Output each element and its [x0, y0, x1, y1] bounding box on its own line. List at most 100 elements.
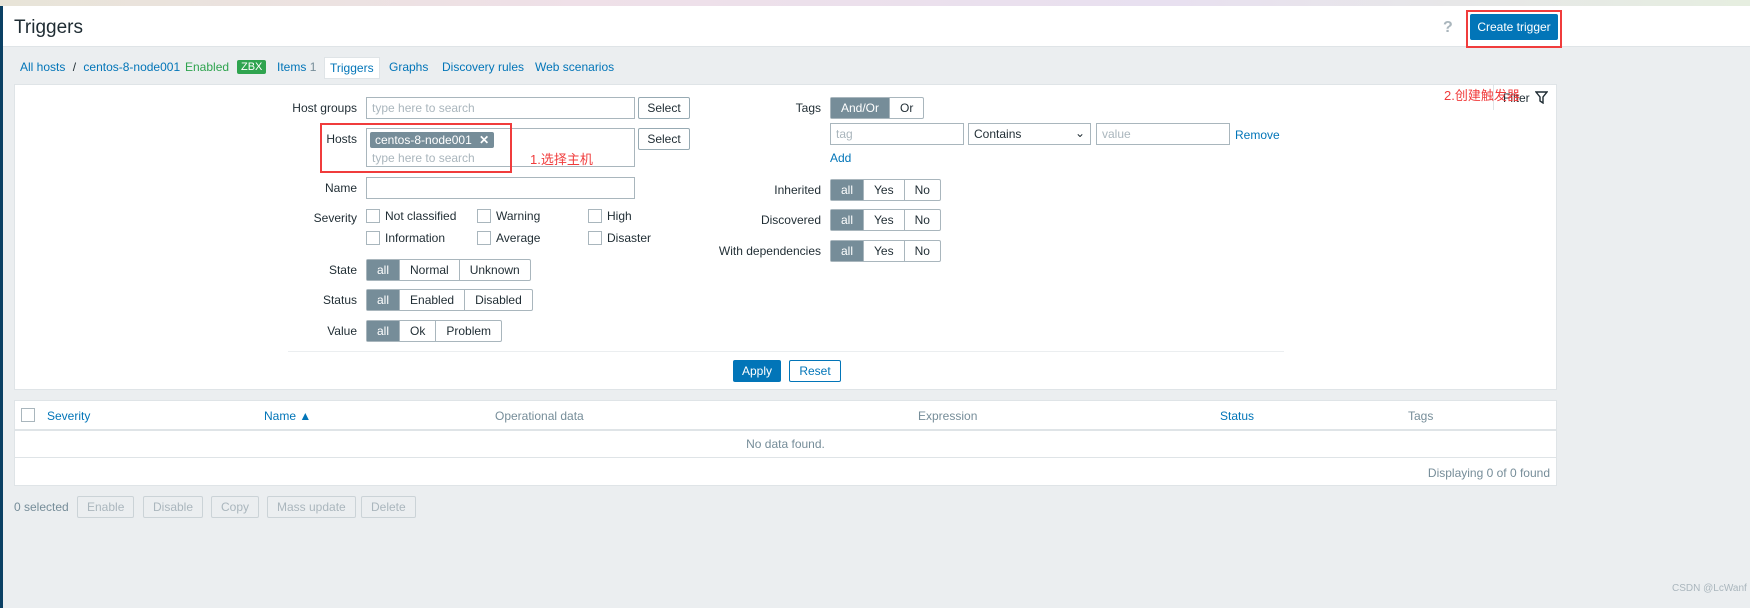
- dependencies-no[interactable]: No: [903, 241, 940, 261]
- state-label: State: [328, 263, 357, 277]
- name-input[interactable]: [366, 177, 635, 199]
- dependencies-label: With dependencies: [718, 244, 821, 258]
- create-trigger-button[interactable]: Create trigger: [1470, 14, 1558, 40]
- enable-button[interactable]: Enable: [77, 496, 135, 518]
- status-enabled[interactable]: Enabled: [399, 290, 464, 310]
- checkbox[interactable]: [477, 231, 491, 245]
- value-toggle: all Ok Problem: [366, 320, 503, 342]
- inherited-toggle: all Yes No: [830, 179, 941, 201]
- inherited-all[interactable]: all: [831, 180, 864, 200]
- value-all[interactable]: all: [367, 321, 400, 341]
- checkbox[interactable]: [366, 231, 380, 245]
- annotation-step1: 1.选择主机: [530, 152, 593, 167]
- apply-button[interactable]: Apply: [733, 360, 781, 382]
- tags-or[interactable]: Or: [889, 98, 923, 118]
- tab-graphs[interactable]: Graphs: [389, 60, 428, 74]
- page-title: Triggers: [14, 17, 83, 38]
- annotation-step2: 2.创建触发器: [1444, 88, 1520, 103]
- host-groups-select-button[interactable]: Select: [638, 97, 690, 119]
- col-operational-data: Operational data: [495, 409, 584, 423]
- tags-eval-toggle: And/Or Or: [830, 97, 925, 119]
- col-expression: Expression: [918, 409, 978, 423]
- cb-label: High: [607, 209, 632, 223]
- checkbox[interactable]: [366, 209, 380, 223]
- breadcrumb-host[interactable]: centos-8-node001: [83, 60, 180, 74]
- annotation-box-hosts: [320, 123, 512, 173]
- col-status[interactable]: Status: [1220, 409, 1254, 423]
- discovered-all[interactable]: all: [831, 210, 864, 230]
- host-groups-label: Host groups: [292, 101, 357, 115]
- tab-items-label: Items: [277, 60, 307, 74]
- copy-button[interactable]: Copy: [211, 496, 260, 518]
- col-name[interactable]: Name ▲: [264, 409, 311, 423]
- delete-button[interactable]: Delete: [361, 496, 416, 518]
- host-groups-input[interactable]: type here to search: [366, 97, 635, 119]
- severity-average[interactable]: Average: [477, 231, 540, 245]
- mass-update-button[interactable]: Mass update: [267, 496, 356, 518]
- tags-label: Tags: [795, 101, 821, 115]
- tags-and-or[interactable]: And/Or: [831, 98, 890, 118]
- tag-value-input[interactable]: value: [1096, 123, 1230, 145]
- severity-not-classified[interactable]: Not classified: [366, 209, 456, 223]
- severity-information[interactable]: Information: [366, 231, 445, 245]
- state-normal[interactable]: Normal: [399, 260, 459, 280]
- cb-label: Average: [496, 231, 541, 245]
- hosts-select-button[interactable]: Select: [638, 128, 690, 150]
- header-divider: [15, 429, 1556, 431]
- tab-triggers[interactable]: Triggers: [324, 57, 380, 79]
- watermark: CSDN @LcWanf: [1672, 583, 1747, 594]
- sidebar-edge: [0, 6, 3, 608]
- tag-operator-select[interactable]: Contains ⌄: [968, 123, 1091, 145]
- status-disabled[interactable]: Disabled: [464, 290, 532, 310]
- name-label: Name: [324, 181, 357, 195]
- checkbox[interactable]: [588, 209, 602, 223]
- discovered-yes[interactable]: Yes: [863, 210, 904, 230]
- severity-label: Severity: [313, 211, 357, 225]
- disable-button[interactable]: Disable: [143, 496, 204, 518]
- state-toggle: all Normal Unknown: [366, 259, 531, 281]
- tab-web-scenarios[interactable]: Web scenarios: [535, 60, 614, 74]
- discovered-label: Discovered: [760, 213, 821, 227]
- row-divider: [15, 457, 1556, 458]
- checkbox[interactable]: [588, 231, 602, 245]
- state-unknown[interactable]: Unknown: [458, 260, 530, 280]
- paging-summary: Displaying 0 of 0 found: [1427, 466, 1550, 480]
- status-all[interactable]: all: [367, 290, 400, 310]
- reset-button[interactable]: Reset: [789, 360, 841, 382]
- dependencies-all[interactable]: all: [831, 241, 864, 261]
- tag-operator-value: Contains: [974, 127, 1022, 141]
- discovered-no[interactable]: No: [903, 210, 940, 230]
- status-label: Status: [322, 293, 357, 307]
- severity-high[interactable]: High: [588, 209, 632, 223]
- select-all-checkbox[interactable]: [21, 408, 35, 422]
- empty-message: No data found.: [746, 437, 825, 451]
- host-status[interactable]: Enabled: [185, 60, 229, 74]
- help-icon[interactable]: ?: [1443, 19, 1453, 37]
- tab-discovery-rules[interactable]: Discovery rules: [442, 60, 524, 74]
- value-label: Value: [327, 324, 357, 338]
- triggers-table: Severity Name ▲ Operational data Express…: [14, 400, 1557, 486]
- inherited-yes[interactable]: Yes: [863, 180, 904, 200]
- remove-tag-link[interactable]: Remove: [1235, 128, 1280, 142]
- tag-input[interactable]: tag: [830, 123, 964, 145]
- inherited-label: Inherited: [774, 183, 821, 197]
- checkbox[interactable]: [477, 209, 491, 223]
- discovered-toggle: all Yes No: [830, 209, 941, 231]
- severity-disaster[interactable]: Disaster: [588, 231, 651, 245]
- breadcrumb-all-hosts[interactable]: All hosts: [20, 60, 65, 74]
- state-all[interactable]: all: [367, 260, 400, 280]
- col-severity[interactable]: Severity: [47, 409, 90, 423]
- filter-panel: [14, 84, 1557, 390]
- value-problem[interactable]: Problem: [435, 321, 501, 341]
- tab-items[interactable]: Items 1: [277, 60, 316, 74]
- inherited-no[interactable]: No: [903, 180, 940, 200]
- severity-warning[interactable]: Warning: [477, 209, 540, 223]
- dependencies-toggle: all Yes No: [830, 240, 941, 262]
- value-ok[interactable]: Ok: [399, 321, 435, 341]
- dependencies-yes[interactable]: Yes: [863, 241, 904, 261]
- items-count: 1: [309, 60, 317, 74]
- add-tag-link[interactable]: Add: [830, 151, 851, 165]
- divider: [288, 351, 1284, 352]
- cb-label: Information: [385, 231, 446, 245]
- breadcrumb-separator: /: [72, 60, 77, 74]
